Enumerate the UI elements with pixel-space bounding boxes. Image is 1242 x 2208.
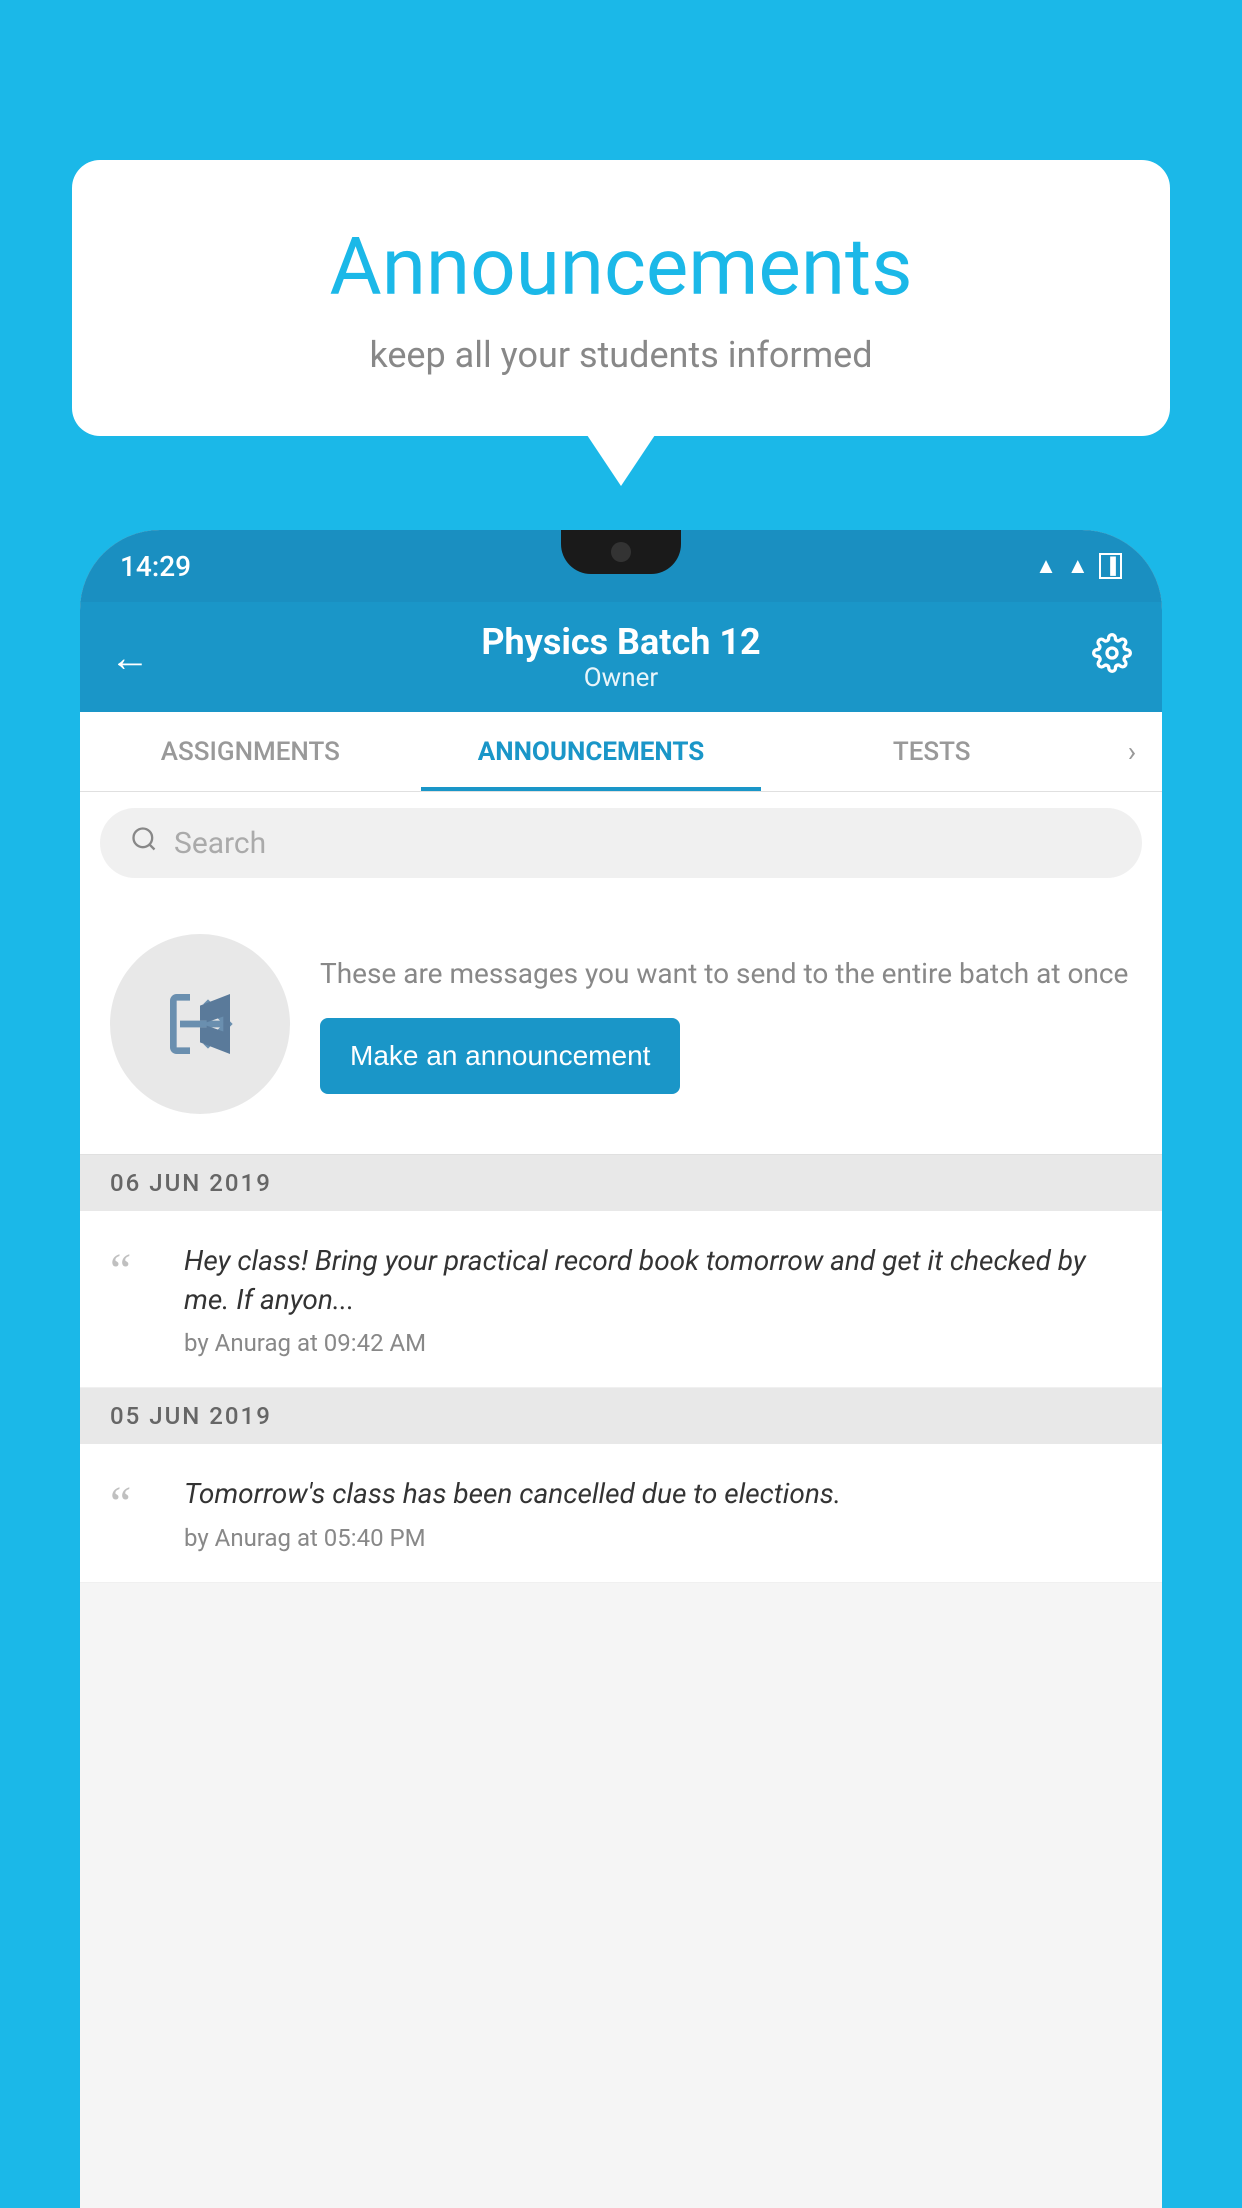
- search-container: Search: [80, 792, 1162, 894]
- promo-right: These are messages you want to send to t…: [320, 954, 1132, 1093]
- search-icon: [130, 825, 158, 861]
- tab-announcements[interactable]: ANNOUNCEMENTS: [421, 712, 762, 791]
- app-bar-subtitle: Owner: [170, 663, 1072, 693]
- battery-icon: ▐: [1099, 553, 1122, 579]
- wifi-icon: ▲: [1035, 553, 1057, 579]
- phone-screen: 14:29 ▲ ▲ ▐ ← Physics Batch 12 Owner: [80, 530, 1162, 2208]
- quote-icon-1: “: [110, 1247, 160, 1295]
- phone-frame: 14:29 ▲ ▲ ▐ ← Physics Batch 12 Owner: [80, 530, 1162, 2208]
- settings-button[interactable]: [1072, 633, 1132, 682]
- tab-assignments[interactable]: ASSIGNMENTS: [80, 712, 421, 791]
- tabs-container: ASSIGNMENTS ANNOUNCEMENTS TESTS ›: [80, 712, 1162, 792]
- content-area: Search These are messages you want to se…: [80, 792, 1162, 2208]
- date-separator-2: 05 JUN 2019: [80, 1388, 1162, 1444]
- make-announcement-button[interactable]: Make an announcement: [320, 1018, 680, 1094]
- tab-more[interactable]: ›: [1102, 735, 1162, 768]
- announcement-text-2: Tomorrow's class has been cancelled due …: [184, 1474, 1132, 1513]
- announcement-item-1[interactable]: “ Hey class! Bring your practical record…: [80, 1211, 1162, 1388]
- camera-dot: [611, 542, 631, 562]
- speech-bubble-container: Announcements keep all your students inf…: [72, 160, 1170, 436]
- back-button[interactable]: ←: [110, 634, 170, 681]
- signal-icon: ▲: [1067, 553, 1089, 579]
- bubble-subtitle: keep all your students informed: [132, 334, 1110, 376]
- date-separator-1: 06 JUN 2019: [80, 1155, 1162, 1211]
- status-bar: 14:29 ▲ ▲ ▐: [80, 530, 1162, 602]
- tab-tests[interactable]: TESTS: [761, 712, 1102, 791]
- announcement-promo: These are messages you want to send to t…: [80, 894, 1162, 1155]
- search-placeholder: Search: [174, 826, 266, 861]
- notch: [561, 530, 681, 574]
- app-bar-title-container: Physics Batch 12 Owner: [170, 621, 1072, 693]
- app-bar-title: Physics Batch 12: [170, 621, 1072, 663]
- announcement-content-1: Hey class! Bring your practical record b…: [184, 1241, 1132, 1357]
- announcement-item-2[interactable]: “ Tomorrow's class has been cancelled du…: [80, 1444, 1162, 1582]
- phone-container: 14:29 ▲ ▲ ▐ ← Physics Batch 12 Owner: [80, 530, 1162, 2208]
- speech-bubble: Announcements keep all your students inf…: [72, 160, 1170, 436]
- status-time: 14:29: [120, 550, 191, 583]
- announcement-content-2: Tomorrow's class has been cancelled due …: [184, 1474, 1132, 1551]
- app-bar: ← Physics Batch 12 Owner: [80, 602, 1162, 712]
- announcement-meta-2: by Anurag at 05:40 PM: [184, 1524, 1132, 1552]
- status-icons: ▲ ▲ ▐: [1035, 553, 1122, 579]
- promo-icon-circle: [110, 934, 290, 1114]
- promo-description: These are messages you want to send to t…: [320, 954, 1132, 993]
- announcement-meta-1: by Anurag at 09:42 AM: [184, 1329, 1132, 1357]
- announcement-text-1: Hey class! Bring your practical record b…: [184, 1241, 1132, 1319]
- search-box[interactable]: Search: [100, 808, 1142, 878]
- quote-icon-2: “: [110, 1480, 160, 1528]
- bubble-title: Announcements: [132, 220, 1110, 314]
